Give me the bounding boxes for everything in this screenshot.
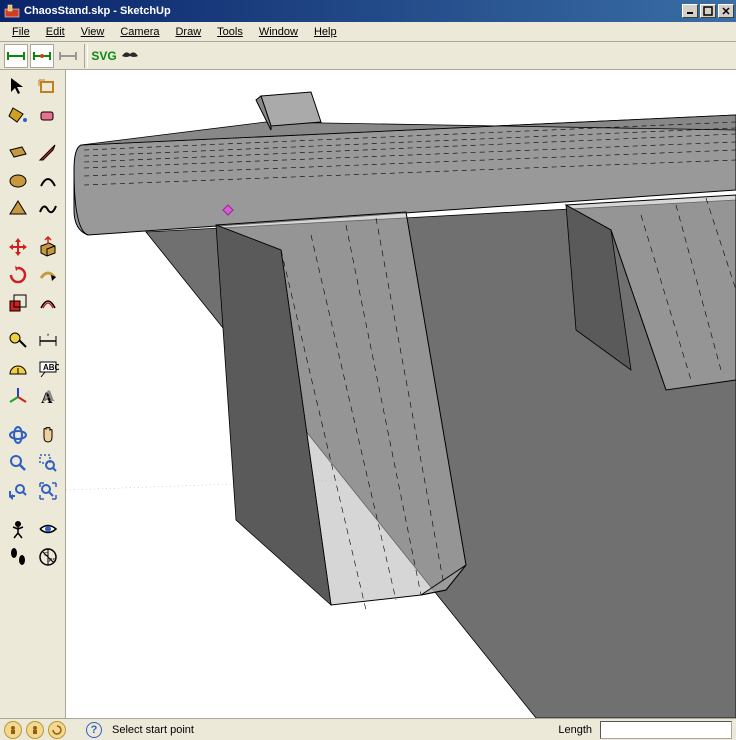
paint-bucket-tool[interactable]	[4, 102, 32, 128]
select-tool[interactable]	[4, 74, 32, 100]
tool-panel: * ABC AA CPS	[0, 70, 66, 718]
viewport[interactable]	[66, 70, 736, 718]
walk-tool[interactable]	[4, 544, 32, 570]
close-button[interactable]	[718, 4, 734, 18]
menu-help[interactable]: Help	[306, 24, 345, 40]
svg-text:ABC: ABC	[43, 363, 59, 372]
menu-file[interactable]: File	[4, 24, 38, 40]
menu-tools[interactable]: Tools	[209, 24, 251, 40]
status-hint: Select start point	[106, 724, 554, 736]
pan-tool[interactable]	[34, 422, 62, 448]
status-button-1[interactable]	[4, 721, 22, 739]
axes-tool[interactable]	[4, 384, 32, 410]
help-icon[interactable]: ?	[86, 722, 102, 738]
eraser-tool[interactable]	[34, 102, 62, 128]
move-tool[interactable]	[4, 234, 32, 260]
statusbar: ? Select start point Length	[0, 718, 736, 740]
bird-icon[interactable]	[118, 44, 142, 68]
window-controls	[682, 4, 734, 18]
polygon-tool[interactable]	[4, 196, 32, 222]
offset-tool[interactable]	[34, 290, 62, 316]
maximize-button[interactable]	[700, 4, 716, 18]
model-rendering	[66, 70, 736, 718]
menu-view[interactable]: View	[73, 24, 113, 40]
dim-button-3[interactable]	[56, 44, 80, 68]
svg-text:C: C	[44, 552, 48, 558]
scale-tool[interactable]	[4, 290, 32, 316]
status-length-label: Length	[558, 724, 596, 736]
menu-edit[interactable]: Edit	[38, 24, 73, 40]
dimension-tool[interactable]: *	[34, 328, 62, 354]
circle-tool[interactable]	[4, 168, 32, 194]
dim-button-1[interactable]	[4, 44, 28, 68]
rotate-tool[interactable]	[4, 262, 32, 288]
titlebar: ChaosStand.skp - SketchUp	[0, 0, 736, 22]
tape-measure-tool[interactable]	[4, 328, 32, 354]
previous-view-tool[interactable]	[4, 478, 32, 504]
position-camera-tool[interactable]	[4, 516, 32, 542]
zoom-window-tool[interactable]	[34, 450, 62, 476]
line-tool[interactable]	[34, 140, 62, 166]
follow-me-tool[interactable]	[34, 262, 62, 288]
plugin-toolbar: SVG	[0, 42, 736, 70]
status-button-2[interactable]	[26, 721, 44, 739]
orbit-tool[interactable]	[4, 422, 32, 448]
section-plane-tool[interactable]: CPS	[34, 544, 62, 570]
look-around-tool[interactable]	[34, 516, 62, 542]
menu-draw[interactable]: Draw	[167, 24, 209, 40]
freehand-tool[interactable]	[34, 196, 62, 222]
svg-text:PS: PS	[49, 558, 56, 564]
text-tool[interactable]: ABC	[34, 356, 62, 382]
zoom-tool[interactable]	[4, 450, 32, 476]
protractor-tool[interactable]	[4, 356, 32, 382]
status-length-field[interactable]	[600, 721, 732, 739]
main-area: * ABC AA CPS	[0, 70, 736, 718]
menu-window[interactable]: Window	[251, 24, 306, 40]
dim-button-2[interactable]	[30, 44, 54, 68]
toolbar-separator	[84, 44, 88, 68]
zoom-extents-tool[interactable]	[34, 478, 62, 504]
make-component-tool[interactable]	[34, 74, 62, 100]
rectangle-tool[interactable]	[4, 140, 32, 166]
svg-text:*: *	[46, 334, 49, 340]
window-title: ChaosStand.skp - SketchUp	[24, 5, 682, 17]
minimize-button[interactable]	[682, 4, 698, 18]
status-button-3[interactable]	[48, 721, 66, 739]
arc-tool[interactable]	[34, 168, 62, 194]
menu-camera[interactable]: Camera	[112, 24, 167, 40]
3d-text-tool[interactable]: AA	[34, 384, 62, 410]
app-icon	[4, 3, 20, 19]
push-pull-tool[interactable]	[34, 234, 62, 260]
svg-text:A: A	[43, 388, 55, 405]
menubar: File Edit View Camera Draw Tools Window …	[0, 22, 736, 42]
svg-export-button[interactable]: SVG	[92, 44, 116, 68]
